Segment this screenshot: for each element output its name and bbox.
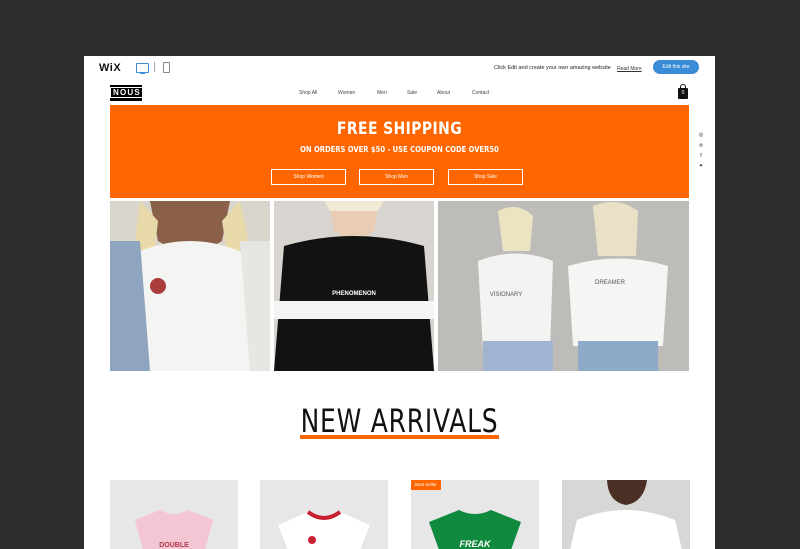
read-more-link[interactable]: Read More xyxy=(617,66,642,72)
visionary-text: VISIONARY xyxy=(490,292,523,298)
photo-woman-denim-jacket[interactable] xyxy=(110,201,270,371)
photo-man-phenomenon-shirt[interactable]: PHENOMENON xyxy=(274,201,434,371)
cart-count: 0 xyxy=(681,90,685,96)
cart-icon[interactable]: 0 xyxy=(678,84,688,99)
twitter-icon[interactable]: ✦ xyxy=(698,163,704,169)
wix-logo: WiX xyxy=(99,62,122,74)
product-card-3[interactable]: FREAK Best Seller xyxy=(411,480,539,549)
product-card-4[interactable] xyxy=(562,480,690,549)
banner-subtitle: ON ORDERS OVER $50 - USE COUPON CODE OVE… xyxy=(300,145,499,154)
edit-site-button[interactable]: Edit this site xyxy=(653,60,699,74)
double-text: DOUBLE xyxy=(159,542,189,549)
facebook-icon[interactable]: f xyxy=(698,153,704,159)
freak-text: FREAK xyxy=(460,539,492,549)
banner-title: FREE SHIPPING xyxy=(336,119,463,139)
wix-editor-bar: WiX Click Edit and create your own amazi… xyxy=(84,56,715,80)
divider xyxy=(154,62,155,72)
product-card-1[interactable]: DOUBLE xyxy=(110,480,238,549)
desktop-view-icon[interactable] xyxy=(136,63,149,74)
product-card-2[interactable] xyxy=(260,480,388,549)
promo-banner: FREE SHIPPING ON ORDERS OVER $50 - USE C… xyxy=(110,105,689,198)
wix-message: Click Edit and create your own amazing w… xyxy=(494,65,611,71)
site-logo[interactable]: NOUS xyxy=(110,85,144,101)
nav-women[interactable]: Women xyxy=(338,90,355,96)
nav-sale[interactable]: Sale xyxy=(407,90,417,96)
phenomenon-text: PHENOMENON xyxy=(332,291,376,297)
shop-men-button[interactable]: Shop Men xyxy=(359,169,434,185)
mobile-view-icon[interactable] xyxy=(163,62,170,73)
best-seller-badge: Best Seller xyxy=(411,480,441,490)
nav-contact[interactable]: Contact xyxy=(472,90,489,96)
nav-shop-all[interactable]: Shop All xyxy=(299,90,317,96)
shop-women-button[interactable]: Shop Women xyxy=(271,169,346,185)
dreamer-text: DREAMER xyxy=(595,280,626,286)
browser-frame: WiX Click Edit and create your own amazi… xyxy=(84,56,715,549)
pinterest-icon[interactable]: ℗ xyxy=(698,143,704,149)
shop-sale-button[interactable]: Shop Sale xyxy=(448,169,523,185)
nav-men[interactable]: Men xyxy=(377,90,387,96)
new-arrivals-title: NEW ARRIVALS xyxy=(300,402,499,440)
photo-couple-visionary-dreamer[interactable]: VISIONARY DREAMER xyxy=(438,201,689,371)
nav-about[interactable]: About xyxy=(437,90,450,96)
instagram-icon[interactable]: ◎ xyxy=(698,132,704,138)
